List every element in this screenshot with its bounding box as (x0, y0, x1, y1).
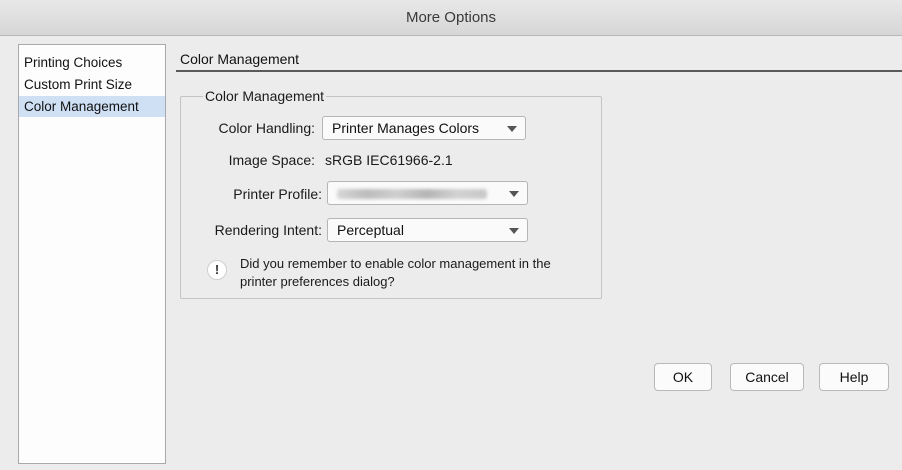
section-title: Color Management (180, 51, 300, 67)
rendering-intent-label: Rendering Intent: (214, 222, 322, 238)
chevron-down-icon (509, 228, 519, 234)
cancel-button[interactable]: Cancel (730, 363, 804, 391)
rendering-intent-select[interactable]: Perceptual (327, 218, 528, 242)
group-legend: Color Management (203, 88, 327, 104)
image-space-label: Image Space: (228, 152, 315, 168)
exclamation-icon: ! (207, 260, 227, 280)
sidebar-item-printing-choices[interactable]: Printing Choices (19, 52, 165, 73)
printer-profile-select[interactable] (327, 181, 528, 205)
image-space-value: sRGB IEC61966-2.1 (325, 152, 453, 168)
help-button[interactable]: Help (819, 363, 889, 391)
rendering-intent-value: Perceptual (337, 222, 404, 238)
color-handling-select[interactable]: Printer Manages Colors (322, 116, 526, 140)
section-divider (176, 70, 902, 72)
chevron-down-icon (507, 126, 517, 132)
color-handling-label: Color Handling: (218, 120, 316, 136)
window-title: More Options (0, 0, 902, 36)
redacted-profile-value (337, 189, 487, 200)
color-management-note: Did you remember to enable color managem… (240, 256, 551, 289)
sidebar: Printing Choices Custom Print Size Color… (18, 44, 166, 464)
printer-profile-label: Printer Profile: (233, 186, 322, 202)
sidebar-item-color-management[interactable]: Color Management (19, 96, 165, 117)
ok-button[interactable]: OK (654, 363, 712, 391)
chevron-down-icon (509, 191, 519, 197)
color-handling-value: Printer Manages Colors (332, 120, 480, 136)
sidebar-item-custom-print-size[interactable]: Custom Print Size (19, 74, 165, 95)
